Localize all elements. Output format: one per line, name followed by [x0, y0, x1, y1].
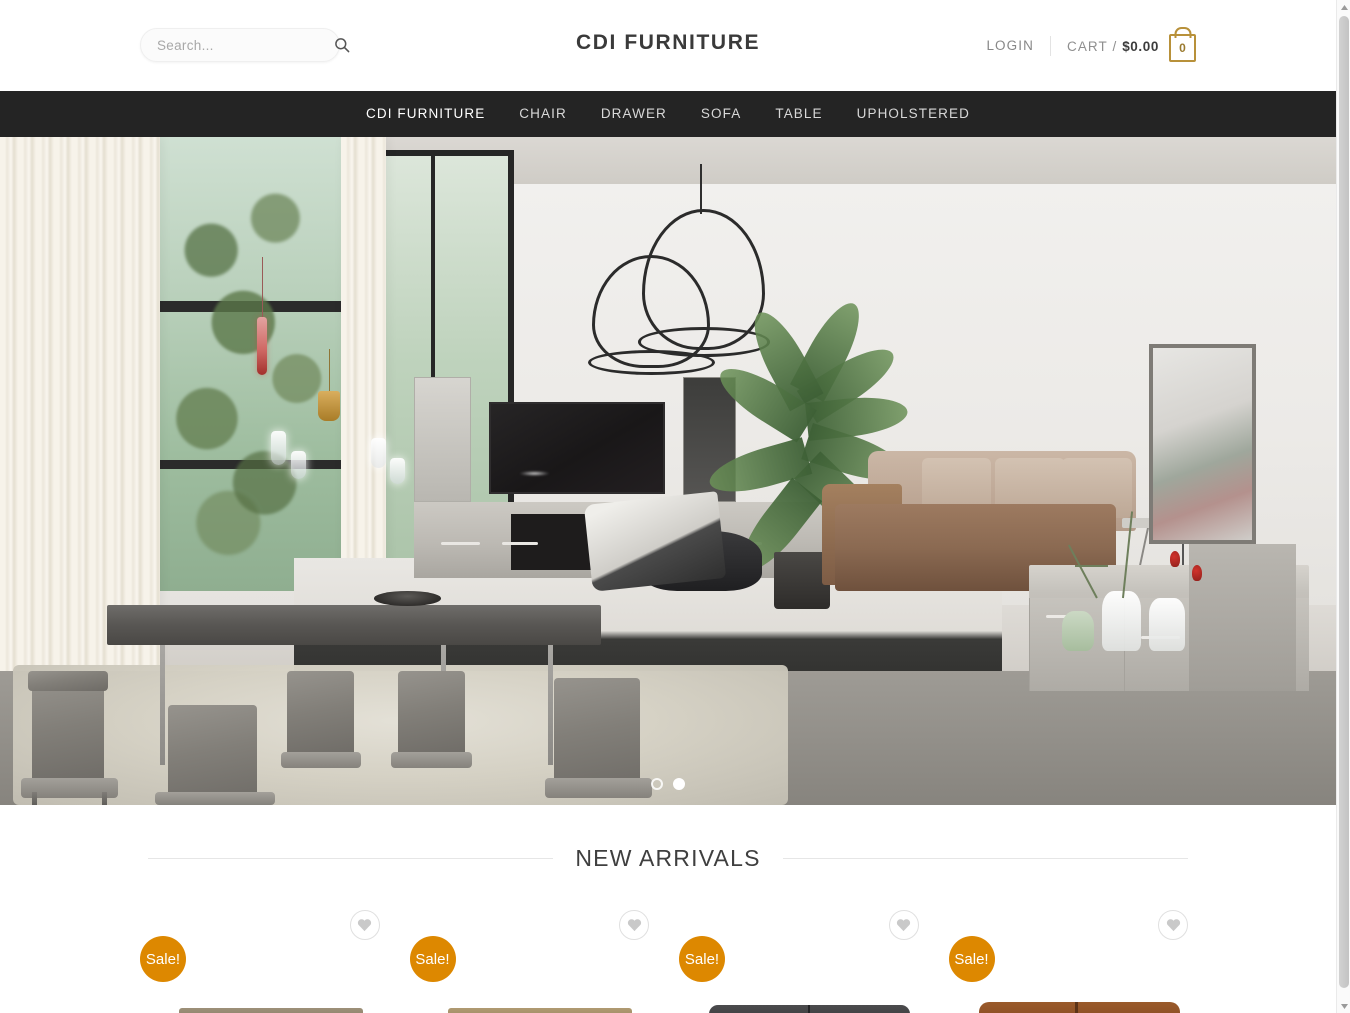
carousel-dots: [0, 778, 1336, 790]
heart-icon: [627, 919, 641, 932]
product-grid: Sale! Sale! Sale! Sale!: [0, 872, 1336, 1013]
sale-badge: Sale!: [948, 936, 995, 982]
carousel-dot-1[interactable]: [651, 778, 663, 790]
product-image[interactable]: [705, 968, 915, 1013]
divider-right: [782, 858, 1188, 859]
cart-link[interactable]: CART / $0.00 0: [1051, 30, 1196, 62]
cart-total: $0.00: [1122, 38, 1159, 54]
product-image[interactable]: [436, 968, 646, 1013]
sale-badge: Sale!: [679, 936, 725, 982]
header-account-area: LOGIN CART / $0.00 0: [986, 26, 1196, 66]
wishlist-button[interactable]: [888, 910, 919, 940]
nav-item-sofa[interactable]: SOFA: [701, 91, 741, 137]
cart-label: CART / $0.00: [1067, 39, 1159, 54]
sale-badge: Sale!: [140, 936, 186, 982]
nav-item-table[interactable]: TABLE: [775, 91, 822, 137]
hero-image: [0, 137, 1336, 805]
product-card[interactable]: Sale!: [948, 910, 1197, 1013]
divider-left: [148, 858, 554, 859]
wishlist-button[interactable]: [619, 910, 649, 940]
carousel-dot-2[interactable]: [673, 778, 685, 790]
site-header: CDI FURNITURE LOGIN CART / $0.00 0: [0, 0, 1336, 91]
heart-icon: [1166, 919, 1180, 932]
hero-carousel[interactable]: [0, 137, 1336, 805]
section-header: NEW ARRIVALS: [0, 845, 1336, 872]
wishlist-button[interactable]: [349, 910, 380, 940]
nav-item-drawer[interactable]: DRAWER: [601, 91, 667, 137]
scroll-up-arrow-icon[interactable]: [1337, 0, 1350, 14]
product-image[interactable]: [975, 968, 1185, 1013]
scrollbar-thumb[interactable]: [1339, 16, 1349, 988]
product-card[interactable]: Sale!: [409, 910, 658, 1013]
login-link[interactable]: LOGIN: [986, 36, 1051, 56]
cart-text: CART /: [1066, 38, 1118, 54]
product-card[interactable]: Sale!: [679, 910, 927, 1013]
browser-page: CDI FURNITURE LOGIN CART / $0.00 0 CDI F…: [0, 0, 1350, 1013]
heart-icon: [896, 919, 911, 932]
heart-icon: [357, 919, 372, 932]
main-navigation: CDI FURNITURE CHAIR DRAWER SOFA TABLE UP…: [0, 91, 1336, 137]
product-image[interactable]: [166, 968, 376, 1013]
nav-item-cdi-furniture[interactable]: CDI FURNITURE: [366, 91, 485, 137]
nav-item-upholstered[interactable]: UPHOLSTERED: [857, 91, 970, 137]
scroll-down-arrow-icon[interactable]: [1337, 999, 1350, 1013]
sale-badge: Sale!: [409, 936, 456, 982]
page-scrollbar[interactable]: [1336, 0, 1350, 1013]
cart-count: 0: [1179, 41, 1186, 55]
new-arrivals-section: NEW ARRIVALS Sale! Sale! Sale! Sale!: [0, 805, 1336, 1013]
page-viewport: CDI FURNITURE LOGIN CART / $0.00 0 CDI F…: [0, 0, 1336, 1013]
nav-item-chair[interactable]: CHAIR: [519, 91, 567, 137]
wishlist-button[interactable]: [1158, 910, 1188, 940]
product-card[interactable]: Sale!: [140, 910, 388, 1013]
section-title: NEW ARRIVALS: [575, 845, 761, 871]
shopping-bag-icon[interactable]: 0: [1169, 34, 1196, 62]
